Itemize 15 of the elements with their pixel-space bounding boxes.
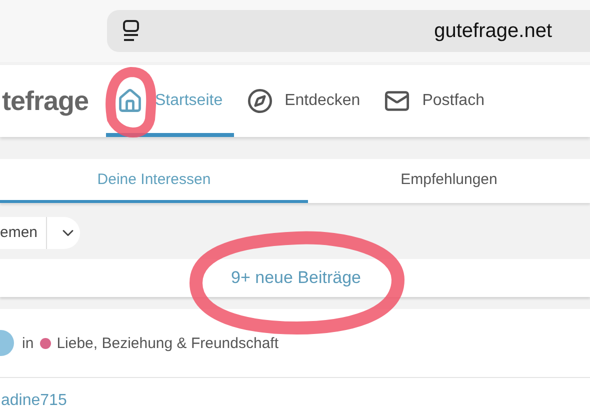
category-link[interactable]: Liebe, Beziehung & Freundschaft	[56, 334, 279, 352]
topic-filter[interactable]: emen	[0, 217, 80, 249]
feed-tab[interactable]: Empfehlungen	[308, 159, 590, 203]
address-bar[interactable]: gutefrage.net	[107, 10, 590, 52]
in-label: in	[22, 334, 34, 352]
compass-icon	[246, 88, 273, 114]
filter-label: emen	[0, 217, 47, 249]
site-logo[interactable]: tefrage	[2, 86, 106, 116]
avatar	[0, 330, 14, 356]
nav-tab[interactable]: Postfach	[373, 65, 496, 137]
nav-tab[interactable]: Entdecken	[236, 65, 372, 137]
envelope-icon	[384, 88, 410, 114]
reader-icon[interactable]	[121, 19, 141, 43]
address-text: gutefrage.net	[434, 20, 552, 42]
home-icon	[117, 88, 143, 114]
